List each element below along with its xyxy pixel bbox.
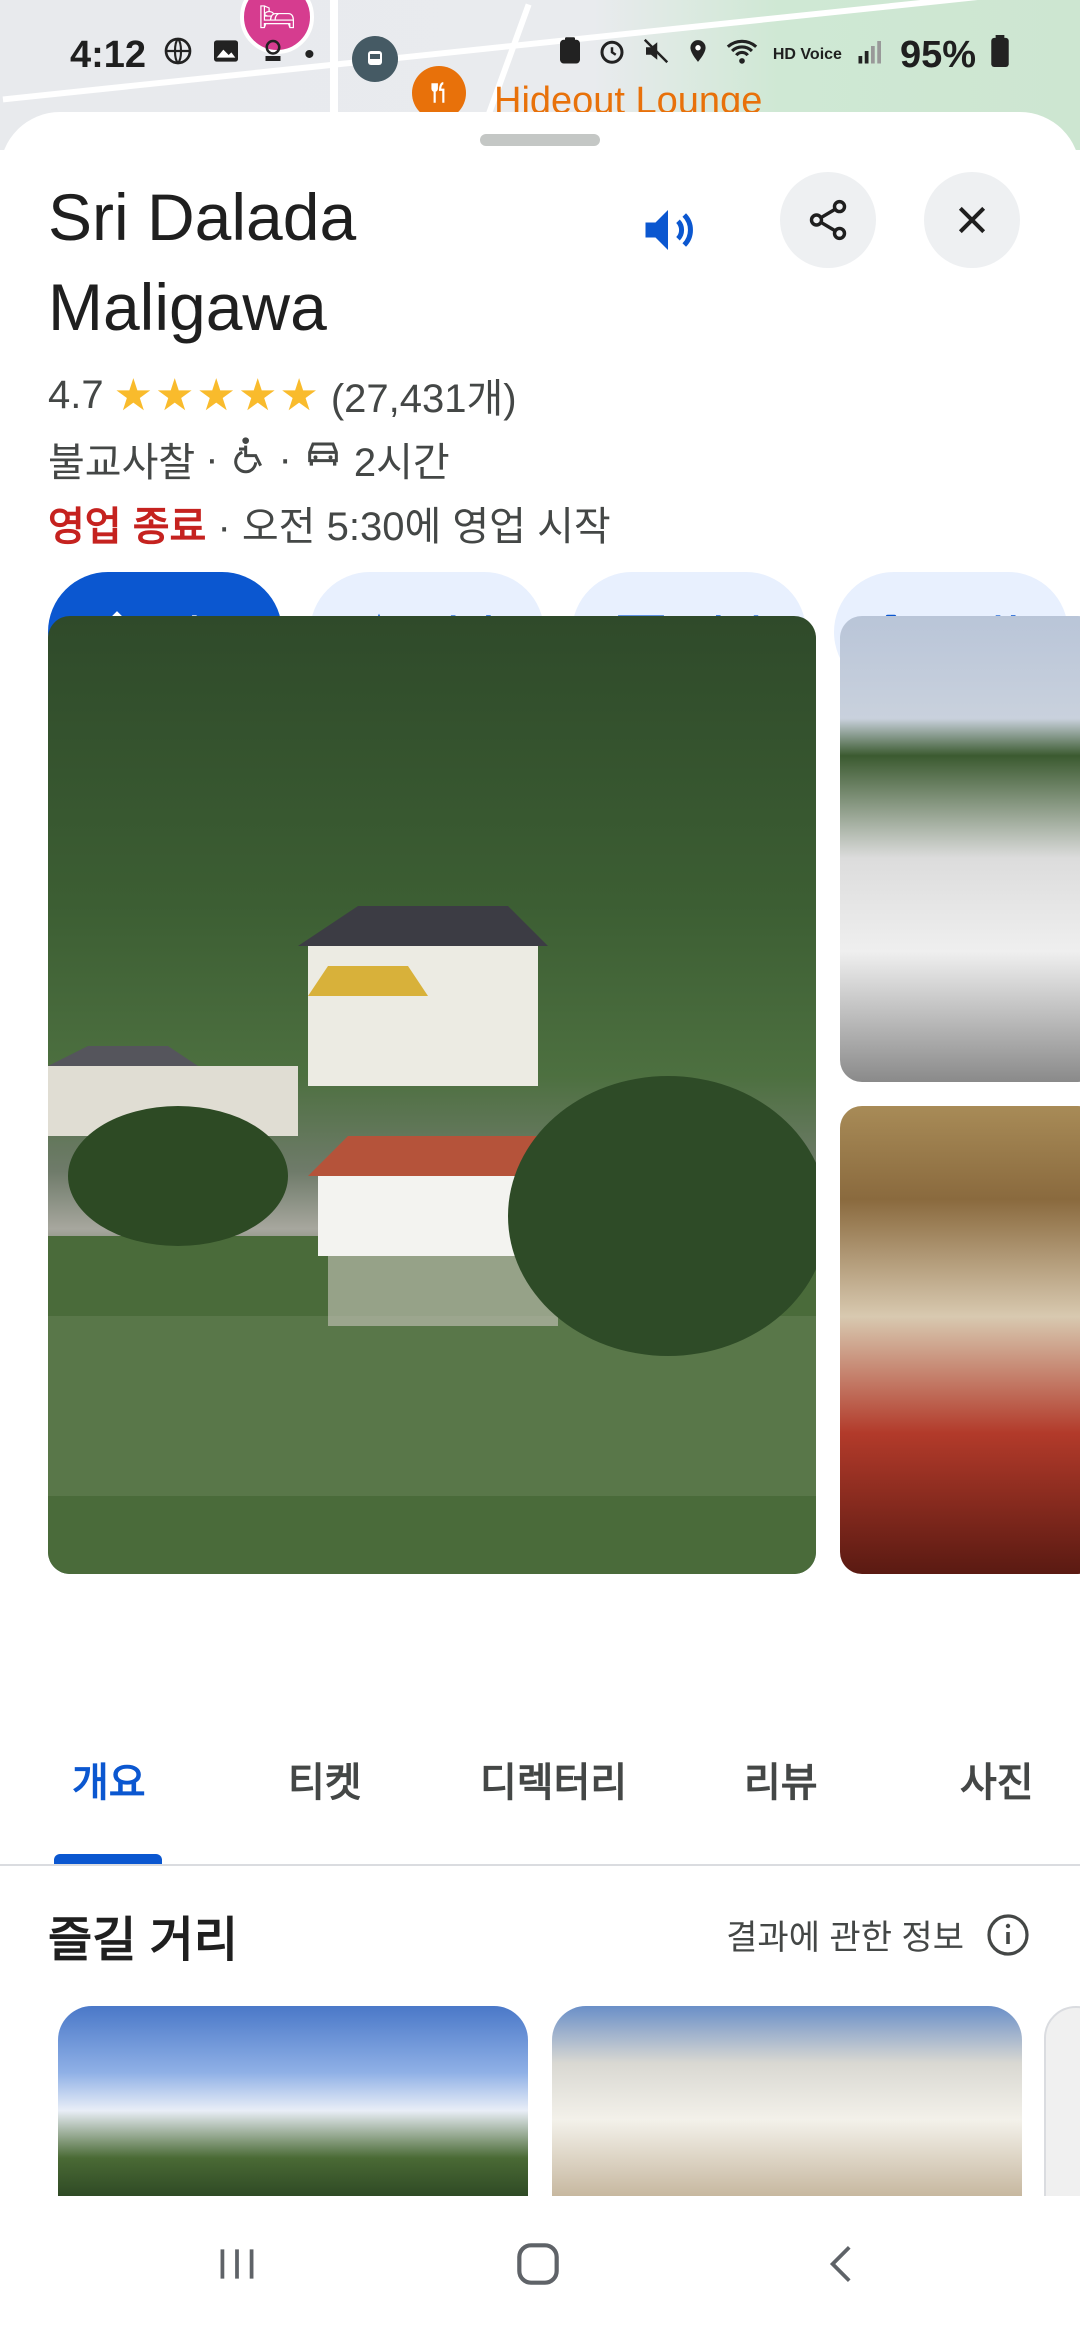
system-nav-bar <box>0 2196 1080 2340</box>
tab-tickets[interactable]: 티켓 <box>288 1750 362 1808</box>
closed-status: 영업 종료 <box>48 505 207 549</box>
clipboard-icon <box>557 36 583 74</box>
share-button[interactable] <box>780 172 876 268</box>
wheelchair-icon <box>229 434 269 484</box>
status-bar: 4:12 • HD Voice 95% <box>0 0 1080 110</box>
hd-voice-indicator: HD Voice <box>772 46 842 63</box>
place-title: Sri Dalada Maligawa <box>48 180 357 344</box>
battery-icon <box>990 35 1010 75</box>
opens-text: · 오전 5:30에 영업 시작 <box>217 505 611 549</box>
separator: · <box>205 436 219 481</box>
image-icon <box>210 35 242 75</box>
recent-apps-icon[interactable] <box>212 2236 262 2297</box>
tab-overview[interactable]: 개요 <box>72 1750 146 1808</box>
globe-icon <box>162 35 194 75</box>
rating-stars: ★★★★★ <box>113 370 321 420</box>
about-results-link[interactable]: 결과에 관한 정보 <box>726 1910 1032 1959</box>
separator: · <box>278 436 292 481</box>
share-icon <box>809 199 847 241</box>
status-time: 4:12 <box>70 33 147 76</box>
notification-icon <box>258 36 288 74</box>
rating-row[interactable]: 4.7 ★★★★★ (27,431개) <box>48 366 517 424</box>
close-button[interactable] <box>924 172 1020 268</box>
sheet-drag-handle[interactable] <box>480 134 600 146</box>
main-photo[interactable] <box>48 616 816 1574</box>
tab-indicator <box>54 1854 162 1864</box>
tab-reviews[interactable]: 리뷰 <box>744 1750 818 1808</box>
section-title: 즐길 거리 <box>48 1914 238 1967</box>
attraction-card[interactable] <box>552 2006 1022 2196</box>
location-icon <box>685 36 711 74</box>
signal-icon <box>856 36 886 74</box>
tab-photos[interactable]: 사진 <box>960 1750 1034 1808</box>
about-results-label: 결과에 관한 정보 <box>726 1919 964 1957</box>
wifi-icon <box>725 36 759 74</box>
side-photo-top[interactable] <box>840 616 1080 1082</box>
back-icon[interactable] <box>818 2236 868 2297</box>
hours-row[interactable]: 영업 종료 · 오전 5:30에 영업 시작 <box>48 494 611 552</box>
mute-icon <box>641 36 671 74</box>
alarm-icon <box>597 36 627 74</box>
review-count: (27,431개) <box>330 377 517 421</box>
battery-percent: 95% <box>899 33 976 76</box>
rating-value: 4.7 <box>48 372 104 417</box>
dot-icon: • <box>304 38 315 71</box>
home-icon[interactable] <box>508 2236 568 2297</box>
drive-time: 2시간 <box>353 441 450 485</box>
category-label: 불교사찰 <box>48 441 196 485</box>
side-photo-bottom[interactable] <box>840 1106 1080 1574</box>
attraction-card[interactable] <box>58 2006 528 2196</box>
category-row: 불교사찰 · · 2시간 <box>48 430 450 488</box>
info-icon <box>987 1913 1029 1956</box>
speaker-icon[interactable] <box>620 182 716 278</box>
car-icon <box>302 434 344 484</box>
tab-bar: 개요 티켓 디렉터리 리뷰 사진 <box>0 1720 1080 1866</box>
attraction-card[interactable] <box>1044 2006 1080 2200</box>
close-icon <box>958 206 986 234</box>
tab-directory[interactable]: 디렉터리 <box>480 1750 627 1808</box>
